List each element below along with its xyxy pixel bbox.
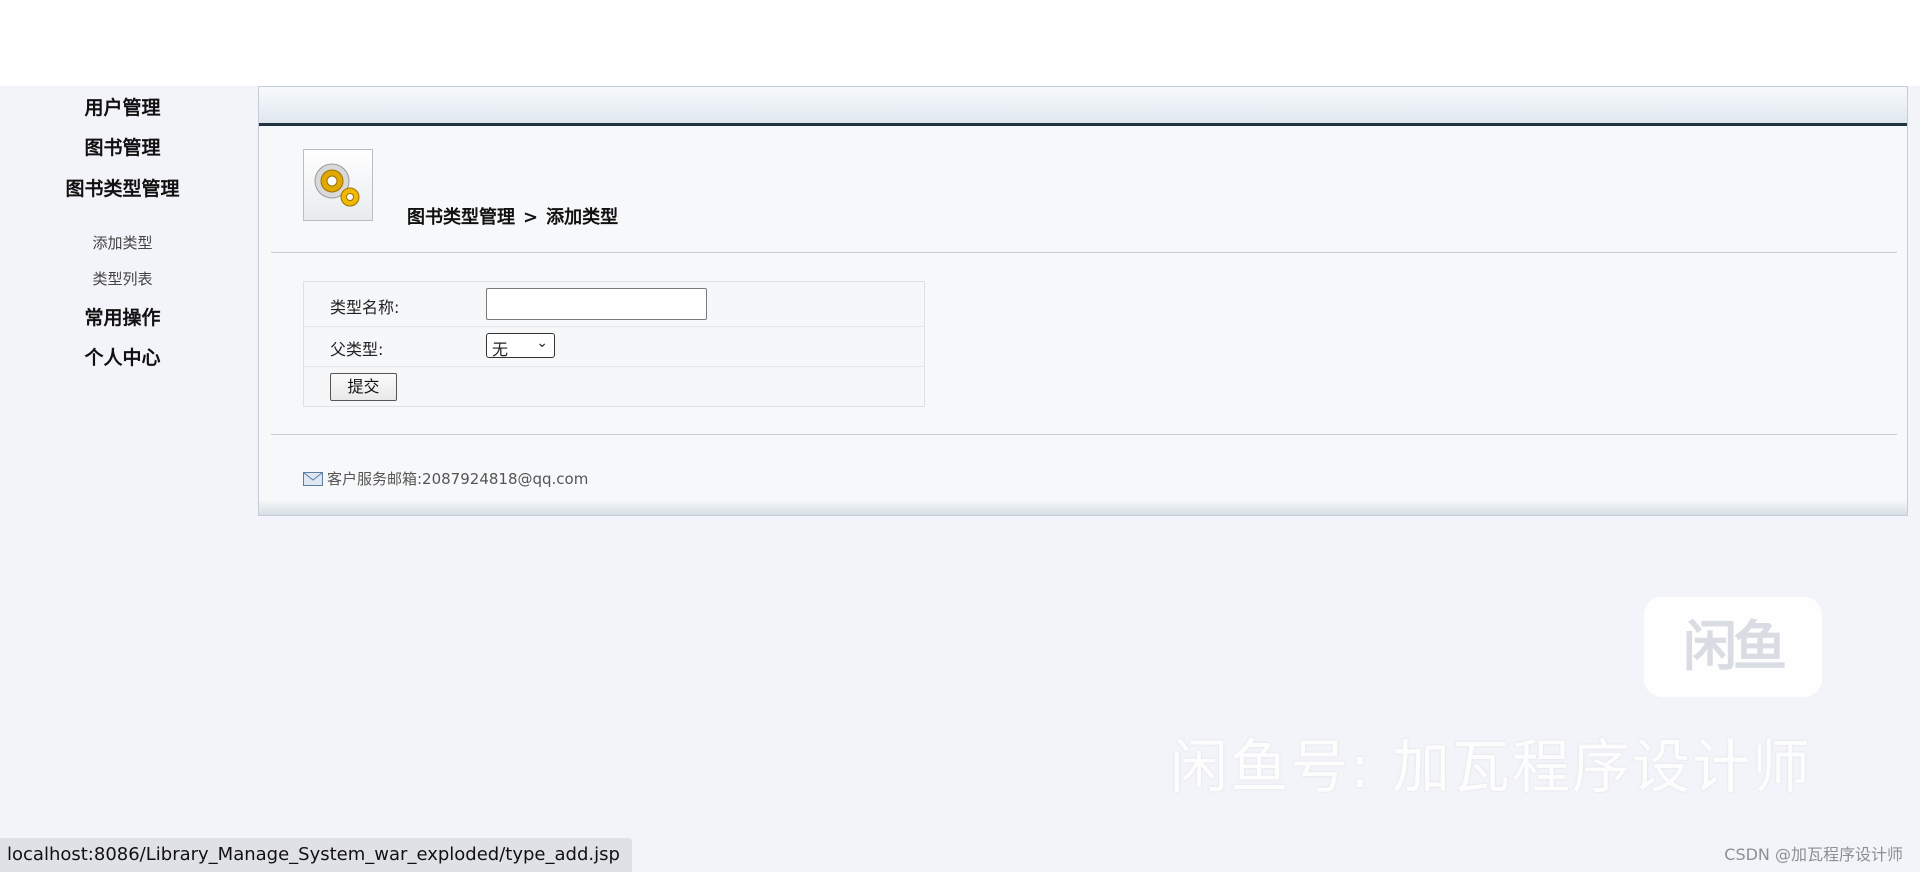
form-row-submit: 提交 [304, 366, 924, 408]
breadcrumb-separator: > [523, 207, 539, 228]
add-type-form: 类型名称: 父类型: 无 ⌄ 提交 [303, 281, 925, 407]
parent-type-selected-value: 无 [492, 340, 509, 359]
customer-service-email: 客户服务邮箱:2087924818@qq.com [303, 468, 588, 490]
sidebar-item-book-type-management[interactable]: 图书类型管理 [0, 174, 245, 201]
form-row-type-name: 类型名称: [304, 282, 924, 327]
sidebar: 用户管理 图书管理 图书类型管理 添加类型 类型列表 常用操作 个人中心 [0, 86, 258, 526]
breadcrumb-parent: 图书类型管理 [407, 207, 515, 228]
breadcrumb-current: 添加类型 [546, 207, 619, 228]
breadcrumb: 图书类型管理 > 添加类型 [407, 203, 618, 229]
parent-type-select[interactable]: 无 ⌄ [486, 333, 555, 359]
type-name-label: 类型名称: [330, 298, 400, 317]
sidebar-subitem-add-type[interactable]: 添加类型 [0, 232, 245, 253]
watermark-logo: 闲鱼 [1644, 597, 1822, 697]
sidebar-item-common-operations[interactable]: 常用操作 [0, 303, 245, 330]
gear-icon [303, 149, 373, 221]
sidebar-item-user-management[interactable]: 用户管理 [0, 93, 245, 120]
type-name-input[interactable] [486, 288, 707, 320]
form-row-parent-type: 父类型: 无 ⌄ [304, 326, 924, 367]
status-bar-url: localhost:8086/Library_Manage_System_war… [0, 838, 632, 872]
watermark-logo-text: 闲鱼 [1683, 615, 1787, 678]
parent-type-label: 父类型: [330, 340, 384, 359]
top-blank-area [0, 0, 1920, 86]
divider [271, 434, 1897, 435]
main-content-panel: 图书类型管理 > 添加类型 类型名称: 父类型: 无 ⌄ 提交 客户服务邮箱:208… [258, 86, 1908, 516]
envelope-icon [303, 472, 323, 490]
sidebar-item-book-management[interactable]: 图书管理 [0, 133, 245, 160]
submit-button[interactable]: 提交 [330, 373, 397, 401]
email-text: 客户服务邮箱:2087924818@qq.com [327, 470, 589, 488]
csdn-watermark: CSDN @加瓦程序设计师 [1724, 845, 1903, 864]
watermark-handle: 闲鱼号: 加瓦程序设计师 [1170, 733, 1812, 801]
sidebar-item-personal-center[interactable]: 个人中心 [0, 343, 245, 370]
sidebar-subitem-type-list[interactable]: 类型列表 [0, 268, 245, 289]
divider [271, 252, 1897, 253]
panel-footer-bar [259, 501, 1907, 515]
chevron-down-icon: ⌄ [536, 335, 548, 351]
panel-header-bar [259, 87, 1907, 126]
